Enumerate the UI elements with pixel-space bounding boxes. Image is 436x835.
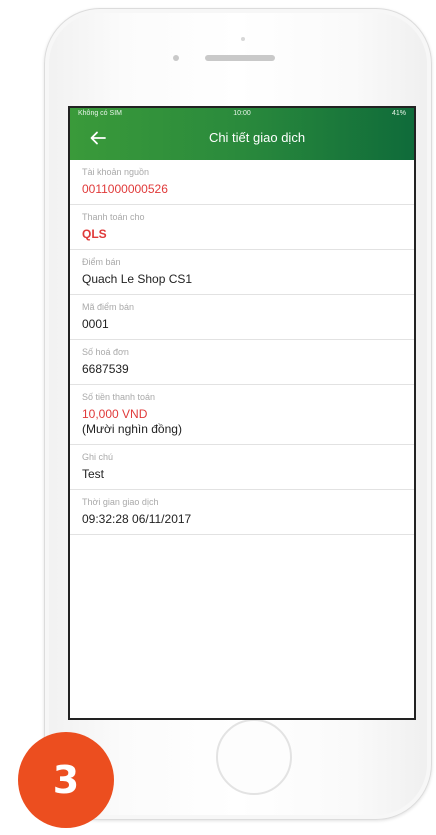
field-value: Quach Le Shop CS1 bbox=[82, 272, 193, 286]
field-merchant: Điểm bán Quach Le Shop CS1 bbox=[70, 250, 414, 295]
status-time: 10:00 bbox=[233, 110, 251, 117]
field-label: Số tiền thanh toán bbox=[82, 392, 156, 402]
field-label: Tài khoản nguồn bbox=[82, 167, 150, 177]
battery-indicator: 41% bbox=[391, 110, 406, 117]
step-number-badge: 3 bbox=[18, 732, 114, 828]
field-value: 10,000 VND bbox=[82, 407, 148, 421]
field-value: 09:32:28 06/11/2017 bbox=[82, 512, 192, 526]
field-label: Điểm bán bbox=[82, 257, 121, 267]
field-amount: Số tiền thanh toán 10,000 VND (Mười nghì… bbox=[70, 385, 414, 445]
field-invoice-number: Số hoá đơn 6687539 bbox=[70, 340, 414, 385]
field-value: 0001 bbox=[82, 317, 109, 331]
field-transaction-time: Thời gian giao dịch 09:32:28 06/11/2017 bbox=[70, 490, 414, 535]
field-label: Thời gian giao dịch bbox=[82, 497, 159, 507]
sensor-dot bbox=[241, 37, 245, 41]
home-button[interactable] bbox=[216, 719, 292, 795]
field-value: 6687539 bbox=[82, 362, 129, 376]
field-label: Ghi chú bbox=[82, 452, 114, 462]
field-merchant-code: Mã điểm bán 0001 bbox=[70, 295, 414, 340]
field-value: Test bbox=[82, 467, 105, 481]
page-title: Chi tiết giao dịch bbox=[208, 130, 306, 145]
field-note: Ghi chú Test bbox=[70, 445, 414, 490]
field-label: Mã điểm bán bbox=[82, 302, 135, 312]
field-value: QLS bbox=[82, 227, 107, 241]
app-header: Không có SIM 10:00 41% Chi tiết giao dịc… bbox=[70, 108, 414, 160]
nav-bar: Chi tiết giao dịch bbox=[70, 120, 414, 160]
field-label: Số hoá đơn bbox=[82, 347, 129, 357]
amount-in-words: (Mười nghìn đồng) bbox=[82, 422, 182, 436]
status-bar: Không có SIM 10:00 41% bbox=[70, 108, 414, 120]
field-pay-to: Thanh toán cho QLS bbox=[70, 205, 414, 250]
field-value: 0011000000526 bbox=[82, 182, 168, 196]
earpiece-speaker bbox=[205, 55, 275, 61]
field-source-account: Tài khoản nguồn 0011000000526 bbox=[70, 160, 414, 205]
field-label: Thanh toán cho bbox=[82, 212, 145, 222]
phone-screen: Không có SIM 10:00 41% Chi tiết giao dịc… bbox=[68, 106, 416, 720]
transaction-details: Tài khoản nguồn 0011000000526 Thanh toán… bbox=[70, 160, 414, 535]
front-camera bbox=[173, 55, 179, 61]
